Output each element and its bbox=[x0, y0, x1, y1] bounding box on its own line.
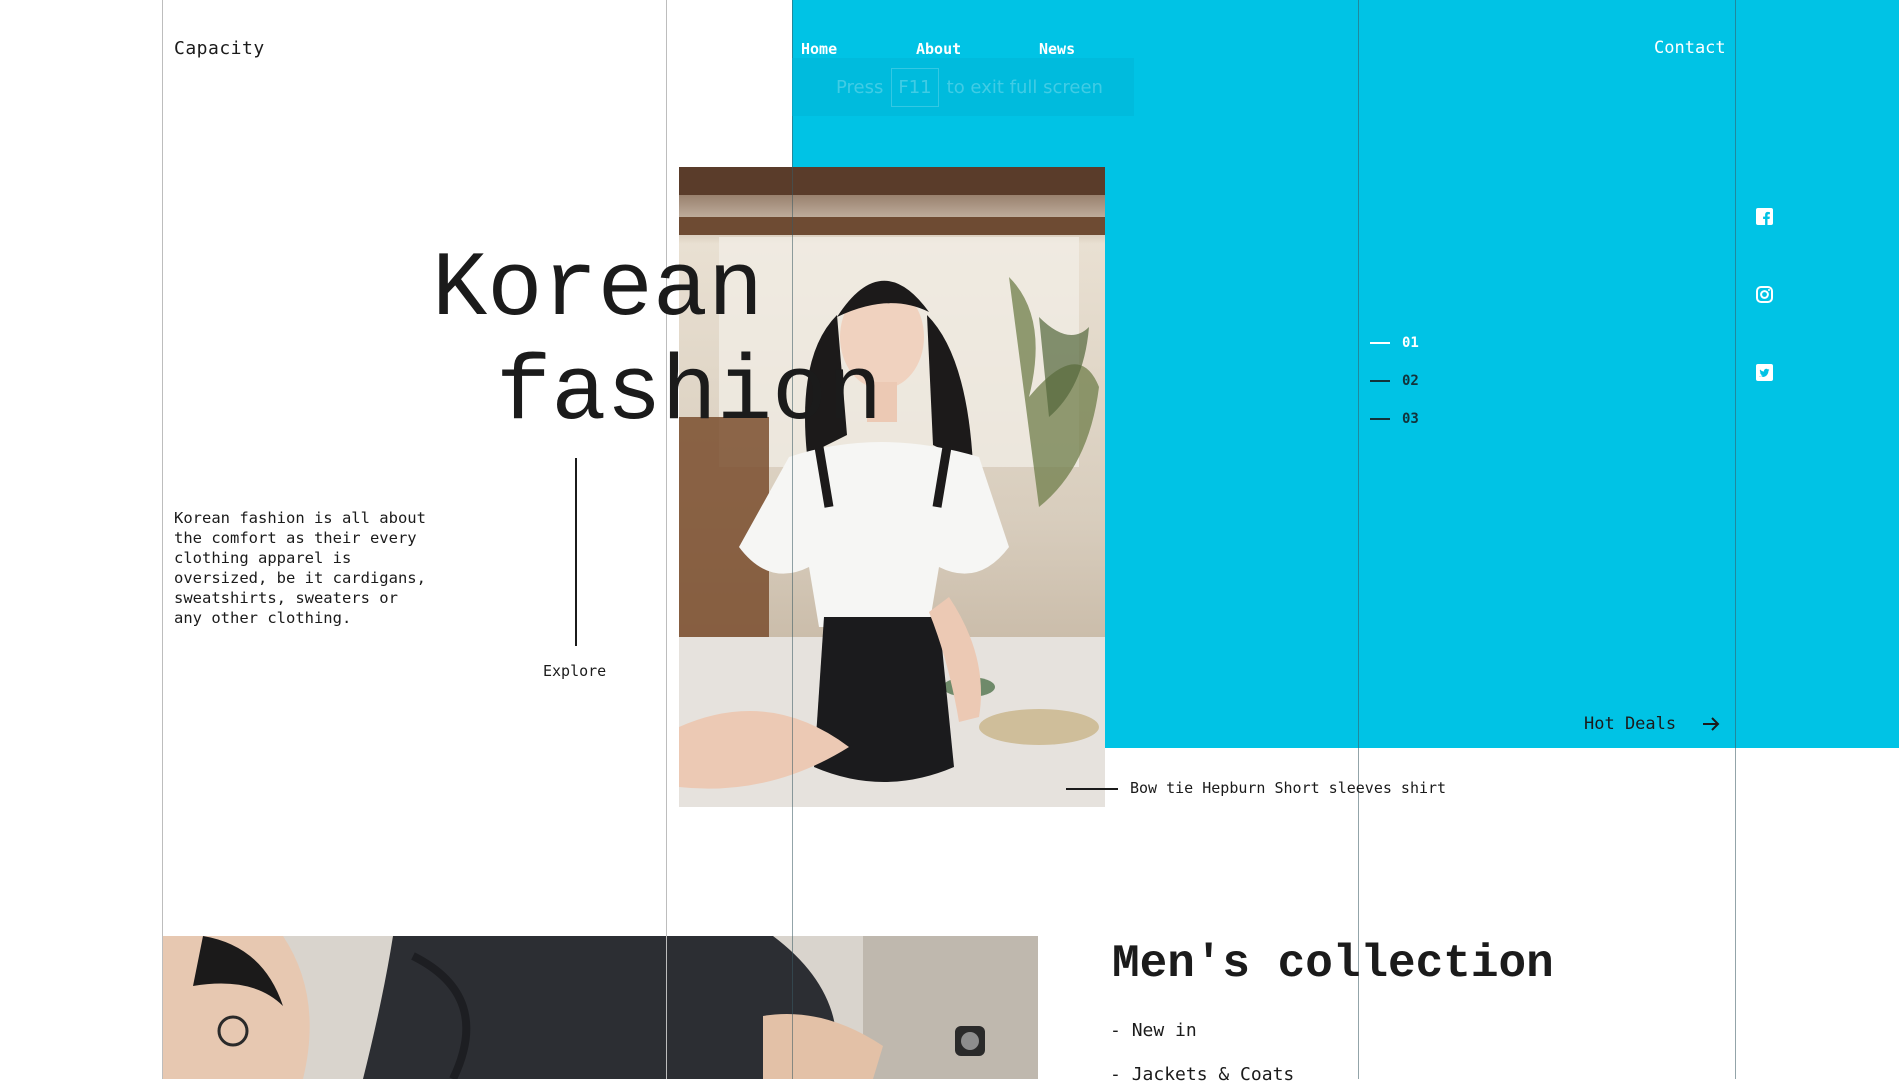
slide-number: 01 bbox=[1402, 335, 1419, 351]
mens-collection-title: Men's collection bbox=[1112, 938, 1554, 990]
caption-divider bbox=[1066, 788, 1118, 790]
slide-indicator-01[interactable]: 01 bbox=[1370, 324, 1419, 362]
mens-item-label: Jackets & Coats bbox=[1131, 1064, 1295, 1085]
grid-line bbox=[162, 0, 163, 1079]
product-caption: Bow tie Hepburn Short sleeves shirt bbox=[1130, 779, 1447, 797]
hero-title-line1: Korean bbox=[432, 237, 764, 342]
slide-indicator-03[interactable]: 03 bbox=[1370, 400, 1419, 438]
arrow-right-icon bbox=[1703, 717, 1720, 731]
grid-line bbox=[1358, 0, 1359, 1079]
hint-exit-text: to exit full screen bbox=[946, 76, 1103, 98]
grid-line bbox=[666, 0, 667, 1079]
grid-line bbox=[1735, 0, 1736, 1079]
explore-button[interactable]: Explore bbox=[543, 662, 606, 680]
facebook-icon[interactable] bbox=[1754, 206, 1774, 226]
mens-item-label: New in bbox=[1131, 1020, 1197, 1041]
mens-collection-photo bbox=[163, 936, 1038, 1079]
hint-press-text: Press bbox=[836, 76, 884, 98]
hero-description: Korean fashion is all about the comfort … bbox=[174, 509, 426, 627]
slide-dash bbox=[1370, 380, 1390, 382]
slide-dash bbox=[1370, 342, 1390, 344]
instagram-icon[interactable] bbox=[1754, 284, 1774, 304]
grid-line bbox=[792, 0, 793, 1079]
hot-deals-link[interactable]: Hot Deals bbox=[1584, 714, 1720, 734]
hint-key: F11 bbox=[891, 67, 939, 107]
slide-dash bbox=[1370, 418, 1390, 420]
nav-about-link[interactable]: About bbox=[916, 40, 961, 58]
nav-home-link[interactable]: Home bbox=[801, 40, 837, 58]
nav-news-link[interactable]: News bbox=[1039, 40, 1075, 58]
nav-contact-link[interactable]: Contact bbox=[1654, 38, 1726, 58]
explore-divider bbox=[575, 458, 577, 646]
hero-title-line2: fashion bbox=[496, 341, 883, 446]
slide-indicator-02[interactable]: 02 bbox=[1370, 362, 1419, 400]
slide-indicator: 01 02 03 bbox=[1370, 324, 1419, 438]
fullscreen-exit-hint: Press F11 to exit full screen bbox=[792, 58, 1134, 116]
hot-deals-label: Hot Deals bbox=[1584, 714, 1677, 734]
brand-logo[interactable]: Capacity bbox=[174, 38, 265, 59]
slide-number: 02 bbox=[1402, 373, 1419, 389]
mens-item-jackets[interactable]: - Jackets & Coats bbox=[1110, 1064, 1294, 1085]
slide-number: 03 bbox=[1402, 411, 1419, 427]
twitter-icon[interactable] bbox=[1754, 362, 1774, 382]
mens-model-illustration bbox=[163, 936, 1038, 1079]
mens-item-new-in[interactable]: - New in bbox=[1110, 1020, 1197, 1041]
hero-title: Korean fashion bbox=[432, 238, 882, 446]
